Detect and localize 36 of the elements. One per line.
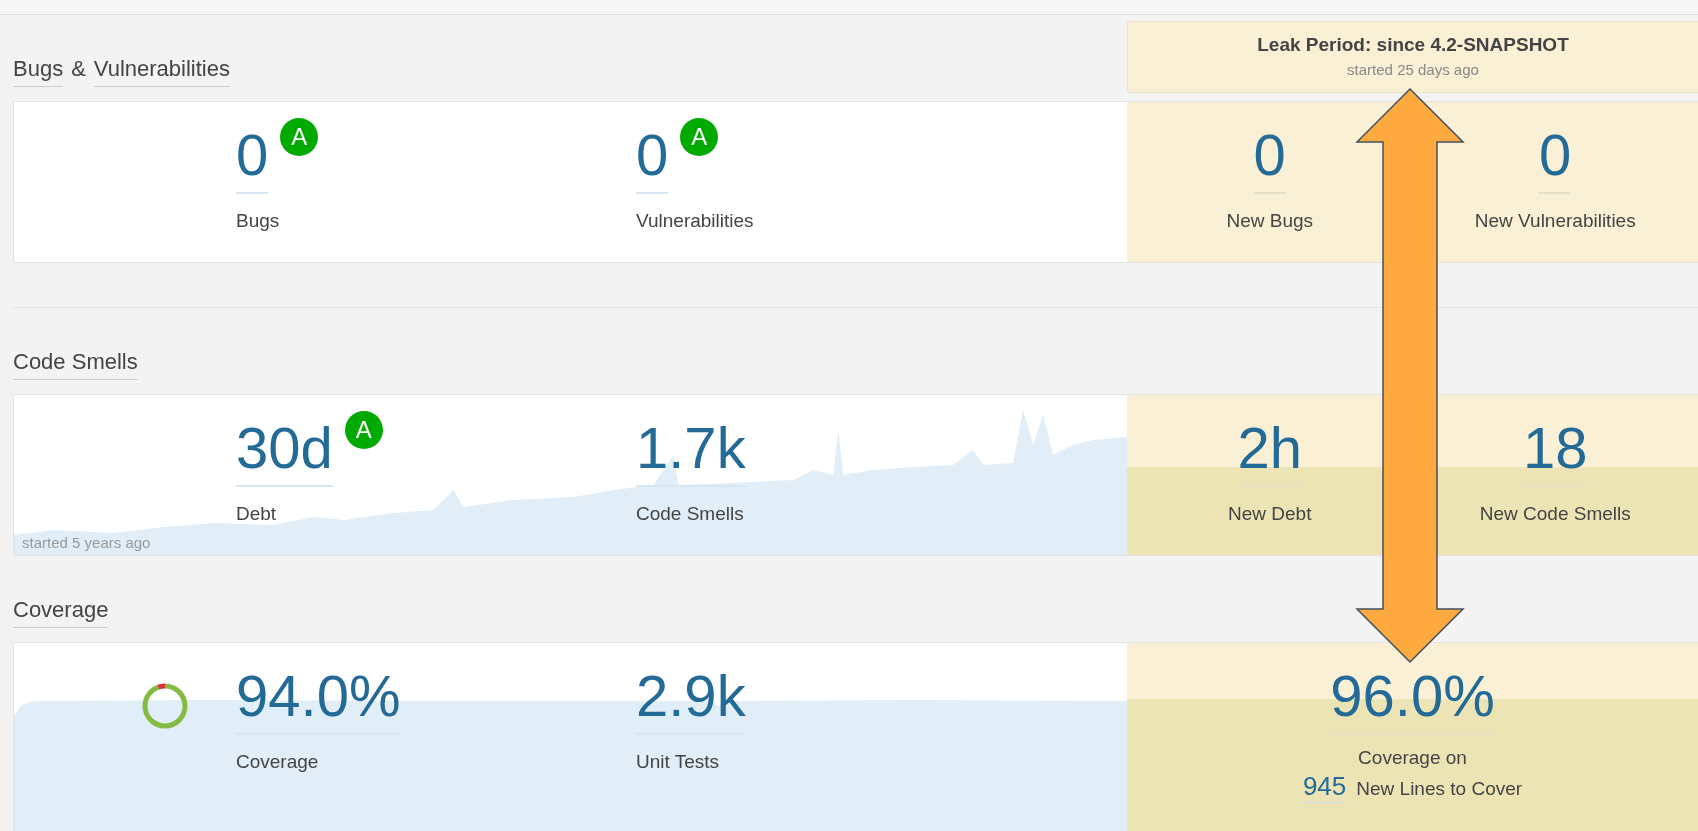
- coverage-donut: [140, 681, 190, 731]
- metric-value-link[interactable]: 96.0%: [1330, 667, 1495, 735]
- metric-label: New Vulnerabilities: [1474, 210, 1636, 232]
- section-link[interactable]: Coverage: [13, 597, 109, 628]
- metric-value-link[interactable]: 0: [1539, 126, 1572, 194]
- rating-badge[interactable]: A: [680, 118, 719, 156]
- metric-value-link[interactable]: 0: [636, 126, 669, 194]
- metric-label: Bugs: [236, 210, 281, 232]
- section-link[interactable]: Vulnerabilities: [93, 56, 230, 87]
- lines-count-link[interactable]: 945: [1302, 771, 1347, 803]
- metric-value-link[interactable]: 0: [236, 126, 269, 194]
- rating-badge[interactable]: A: [280, 118, 319, 156]
- metric-label: Unit Tests: [636, 751, 721, 773]
- metric-label: New Lines to Cover: [1356, 778, 1523, 800]
- metric-value-link[interactable]: 94.0%: [236, 667, 401, 735]
- metric-label: New Bugs: [1226, 210, 1314, 232]
- section-link[interactable]: Bugs: [13, 56, 64, 87]
- rating-badge[interactable]: A: [344, 411, 383, 449]
- metric-label: Debt: [236, 503, 278, 525]
- metric-label: New Debt: [1228, 503, 1312, 525]
- leak-period-title: Leak Period: since 4.2-SNAPSHOT: [1256, 34, 1570, 56]
- title-text: &: [71, 56, 86, 83]
- metric-label: Vulnerabilities: [636, 210, 755, 232]
- metric-label: Coverage on: [1358, 747, 1467, 769]
- metric-value-link[interactable]: 1.7k: [636, 419, 746, 487]
- metric-value-link[interactable]: 2.9k: [636, 667, 746, 735]
- metric-value-link[interactable]: 30d: [236, 419, 333, 487]
- metric-label: Code Smells: [636, 503, 745, 525]
- metric-value-link[interactable]: 2h: [1237, 419, 1302, 487]
- metric-value-link[interactable]: 0: [1253, 126, 1286, 194]
- section-link[interactable]: Code Smells: [13, 349, 138, 380]
- metric-value-link[interactable]: 18: [1523, 419, 1588, 487]
- leak-period-date: started 25 days ago: [1346, 61, 1480, 78]
- history-start-note: started 5 years ago: [22, 534, 151, 551]
- metric-label: Coverage: [236, 751, 320, 773]
- metric-label: New Code Smells: [1479, 503, 1631, 525]
